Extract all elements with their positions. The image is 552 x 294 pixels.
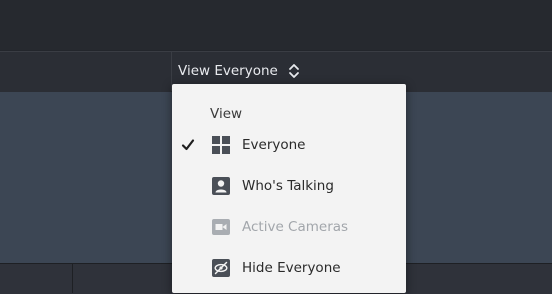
menu-item-label: Everyone [242,137,306,153]
video-camera-icon [212,218,230,236]
person-icon [212,177,230,195]
grid-icon [212,136,230,154]
top-bar [0,0,552,50]
menu-item-label: Active Cameras [242,219,349,235]
checkmark-icon [181,135,195,155]
menu-item-hide-everyone[interactable]: Hide Everyone [172,249,406,287]
menu-item-everyone[interactable]: Everyone [172,126,406,164]
eye-off-icon [212,259,230,277]
view-menu-header: View [210,106,243,122]
menu-item-label: Hide Everyone [242,260,341,276]
bottom-bar-divider [72,263,73,293]
menu-item-label: Who's Talking [242,178,334,194]
menu-item-active-cameras: Active Cameras [172,208,406,246]
up-down-chevron-icon [288,63,300,79]
menu-item-whos-talking[interactable]: Who's Talking [172,167,406,205]
view-menu: View Everyone Who's Talking Active Camer… [172,84,406,293]
view-selector-label: View Everyone [178,63,278,79]
